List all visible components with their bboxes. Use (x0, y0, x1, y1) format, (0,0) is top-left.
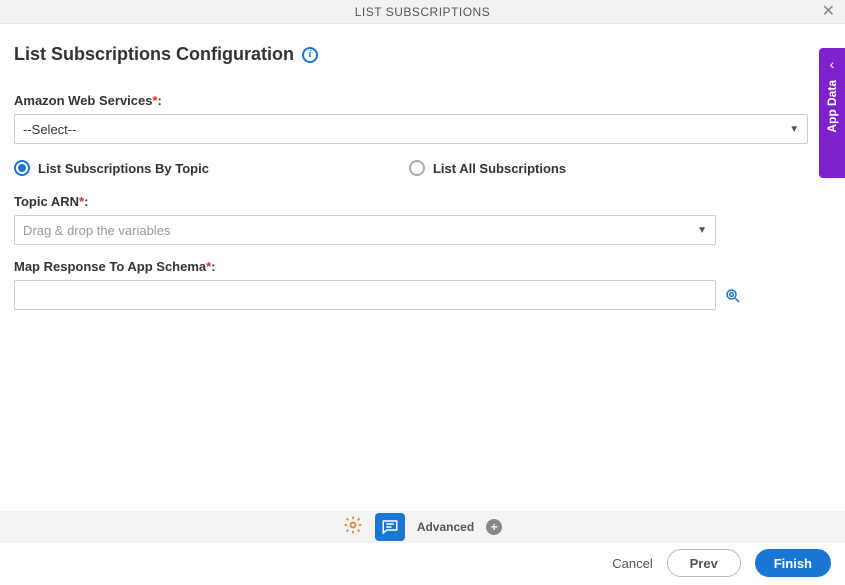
advanced-expand-icon[interactable]: + (486, 519, 502, 535)
dropdown-caret-icon: ▼ (697, 225, 707, 236)
gear-icon[interactable] (343, 515, 363, 540)
radio-by-topic[interactable]: List Subscriptions By Topic (14, 160, 209, 176)
prev-button[interactable]: Prev (667, 549, 741, 577)
app-data-label: App Data (825, 80, 839, 133)
button-row: Cancel Prev Finish (612, 549, 831, 577)
comment-button[interactable] (375, 513, 405, 541)
radio-list-all[interactable]: List All Subscriptions (409, 160, 566, 176)
radio-icon (409, 160, 425, 176)
aws-selected-value: --Select-- (23, 122, 76, 137)
page-title: List Subscriptions Configuration (14, 44, 294, 65)
app-data-panel-toggle[interactable]: ‹ App Data (819, 48, 845, 178)
schema-browse-icon[interactable] (724, 287, 740, 303)
radio-by-topic-label: List Subscriptions By Topic (38, 161, 209, 176)
radio-list-all-label: List All Subscriptions (433, 161, 566, 176)
advanced-label: Advanced (417, 520, 474, 534)
chevron-left-icon: ‹ (830, 56, 835, 72)
topic-arn-label: Topic ARN*: (14, 194, 831, 209)
aws-select[interactable]: --Select-- ▼ (14, 114, 808, 144)
footer-bar: Advanced + (0, 511, 845, 543)
close-icon[interactable]: ✕ (822, 4, 835, 20)
topic-arn-placeholder: Drag & drop the variables (23, 223, 170, 238)
dialog-title: LIST SUBSCRIPTIONS (355, 5, 490, 19)
info-icon[interactable]: i (302, 47, 318, 63)
cancel-button[interactable]: Cancel (612, 556, 652, 571)
topic-arn-input[interactable]: Drag & drop the variables ▼ (14, 215, 716, 245)
form-content: List Subscriptions Configuration i Amazo… (0, 24, 845, 310)
schema-label: Map Response To App Schema*: (14, 259, 831, 274)
dialog-header: LIST SUBSCRIPTIONS ✕ (0, 0, 845, 24)
aws-label: Amazon Web Services*: (14, 93, 831, 108)
dropdown-caret-icon: ▼ (789, 124, 799, 135)
finish-button[interactable]: Finish (755, 549, 831, 577)
schema-input[interactable] (14, 280, 716, 310)
radio-icon (14, 160, 30, 176)
